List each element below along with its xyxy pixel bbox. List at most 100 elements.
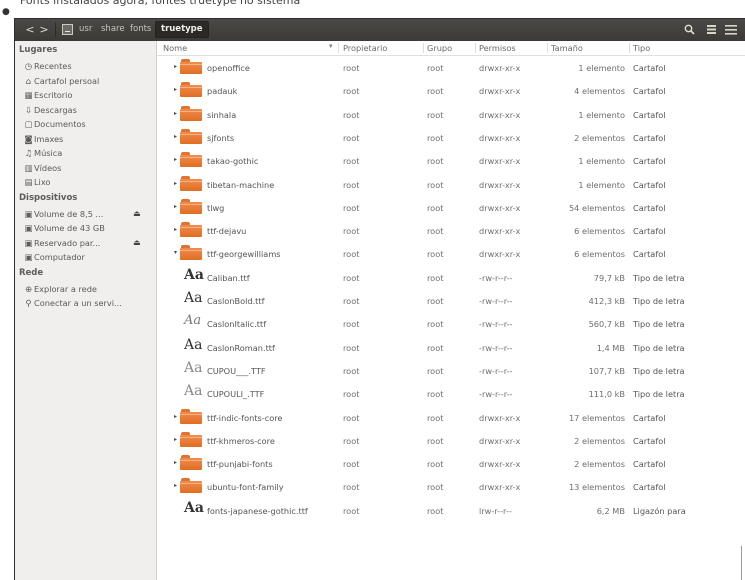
sidebar-item[interactable]: ▣Volume de 8,5 ... ⏏ (23, 207, 155, 221)
drive-icon[interactable] (62, 24, 73, 35)
expander-arrow-icon[interactable]: ▸ (174, 133, 177, 140)
breadcrumb-share[interactable]: share (101, 22, 125, 37)
table-row[interactable]: ▾ ttf-georgewilliams root root drwxr-xr-x 6 e… (157, 241, 745, 263)
breadcrumb-usr[interactable]: usr (79, 22, 92, 37)
column-type[interactable]: Tipo (633, 42, 650, 54)
sidebar-item[interactable]: ♫ Música (23, 146, 155, 160)
breadcrumb-truetype[interactable]: truetype (155, 21, 209, 38)
expander-arrow-icon[interactable]: ▸ (174, 413, 177, 420)
table-row[interactable]: ▸ sjfonts root root drwxr-xr-x 2 elementos Car… (157, 125, 745, 147)
file-owner: root (343, 482, 360, 493)
file-manager-window: < > usr share fonts truetype Lugares ◷ Rec… (14, 18, 745, 580)
file-owner: root (343, 505, 360, 516)
column-name[interactable]: Nome (163, 42, 187, 54)
sidebar-item[interactable]: ▣Computador (23, 250, 155, 264)
folder-icon (180, 245, 202, 261)
menu-icon[interactable] (723, 19, 739, 41)
table-row[interactable]: Aa CaslonBold.ttf root root -rw-r--r-- 412,3 … (157, 288, 745, 310)
file-name: ttf-khmeros-core (207, 435, 275, 446)
table-row[interactable]: ▸ openoffice root root drwxr-xr-x 1 elemento C… (157, 55, 745, 77)
breadcrumb-fonts[interactable]: fonts (130, 22, 151, 37)
sidebar-item[interactable]: ◙Imaxes (23, 132, 155, 146)
eject-icon[interactable]: ⏏ (133, 207, 141, 221)
column-permissions[interactable]: Permisos (479, 42, 516, 54)
view-grid-icon[interactable] (705, 19, 717, 41)
file-type: Cartafol (633, 202, 666, 213)
eject-icon[interactable]: ⏏ (133, 236, 141, 250)
back-button[interactable]: < (23, 19, 37, 41)
file-group: root (427, 505, 444, 516)
forward-button[interactable]: > (37, 19, 51, 41)
expander-arrow-icon[interactable]: ▸ (174, 63, 177, 70)
drive-icon: ▣ (24, 209, 33, 220)
file-group: root (427, 435, 444, 446)
file-name: sjfonts (207, 132, 235, 143)
file-size: 111,0 kB (588, 389, 625, 400)
table-row[interactable]: Aa Caliban.ttf root root -rw-r--r-- 79,7 kB Ti… (157, 265, 745, 287)
file-name: fonts-japanese-gothic.ttf (207, 505, 308, 516)
table-row[interactable]: ▸ ubuntu-font-family root root drwxr-xr-x 13 … (157, 474, 745, 496)
sidebar-item[interactable]: ◷ Recentes (23, 59, 155, 73)
sidebar-item[interactable]: ⇩ Descargas (23, 103, 155, 117)
sidebar-item[interactable]: ▥Vídeos (23, 161, 155, 175)
table-row[interactable]: ▸ sinhala root root drwxr-xr-x 1 elemento Cart… (157, 102, 745, 124)
column-size[interactable]: Tamaño (551, 42, 583, 54)
table-row[interactable]: ▸ tlwg root root drwxr-xr-x 54 elementos Carta… (157, 195, 745, 217)
sidebar-item[interactable]: ⚲ Conectar a un servi... (23, 296, 155, 310)
sidebar-item[interactable]: ▣Reservado par... ⏏ (23, 236, 155, 250)
table-row[interactable]: Aa CUPOU___.TTF root root -rw-r--r-- 107,7 kB… (157, 358, 745, 380)
file-permissions: -rw-r--r-- (479, 296, 513, 306)
sidebar-item[interactable]: ▤Lixo (23, 175, 155, 189)
expander-arrow-icon[interactable]: ▸ (174, 110, 177, 117)
search-icon[interactable] (680, 19, 698, 41)
expander-arrow-icon[interactable]: ▸ (174, 482, 177, 489)
table-row[interactable]: Aa CaslonRoman.ttf root root -rw-r--r-- 1,4 M… (157, 335, 745, 357)
sidebar: Lugares ◷ Recentes ⌂ Cartafol persoal ▦Escrit… (15, 41, 157, 580)
sidebar-item[interactable]: ▢Documentos (23, 117, 155, 131)
file-group: root (427, 389, 444, 400)
file-owner: root (343, 86, 360, 97)
file-permissions: drwxr-xr-x (479, 249, 521, 260)
column-group[interactable]: Grupo (427, 42, 452, 54)
expander-arrow-icon[interactable]: ▸ (174, 203, 177, 210)
column-owner[interactable]: Propietario (343, 42, 387, 54)
sidebar-item-label: Explorar a rede (34, 283, 97, 294)
table-row[interactable]: ▸ takao-gothic root root drwxr-xr-x 1 element… (157, 148, 745, 170)
sidebar-item-label: Lixo (34, 177, 51, 187)
sidebar-item[interactable]: ⊕ Explorar a rede (23, 282, 155, 296)
sidebar-item[interactable]: ⌂ Cartafol persoal (23, 74, 155, 88)
expander-arrow-icon[interactable]: ▸ (174, 436, 177, 443)
table-row[interactable]: ▸ ttf-khmeros-core root root drwxr-xr-x 2 ele… (157, 428, 745, 450)
table-row[interactable]: ▸ ttf-indic-fonts-core root root drwxr-xr-x 1… (157, 405, 745, 427)
expander-arrow-icon[interactable]: ▸ (174, 156, 177, 163)
table-row[interactable]: Aa fonts-japanese-gothic.ttf root root lrw-r… (157, 498, 745, 520)
file-permissions: drwxr-xr-x (479, 435, 521, 446)
table-row[interactable]: Aa CaslonItalic.ttf root root -rw-r--r-- 560,… (157, 311, 745, 333)
file-size: 560,7 kB (588, 319, 625, 330)
file-permissions: drwxr-xr-x (479, 459, 521, 470)
folder-icon (180, 222, 202, 238)
home-icon: ⌂ (25, 76, 32, 87)
file-size: 1 elemento (578, 156, 625, 167)
expander-arrow-icon[interactable]: ▸ (174, 86, 177, 93)
sidebar-section-title: Lugares (19, 45, 58, 55)
table-row[interactable]: ▸ padauk root root drwxr-xr-x 4 elementos Cart… (157, 78, 745, 100)
sidebar-item[interactable]: ▦Escritorio (23, 88, 155, 102)
expander-arrow-icon[interactable]: ▾ (174, 249, 177, 256)
sidebar-item[interactable]: ▣Volume de 43 GB (23, 221, 155, 235)
table-row[interactable]: ▸ ttf-punjabi-fonts root root drwxr-xr-x 2 el… (157, 451, 745, 473)
file-permissions: -rw-r--r-- (479, 365, 513, 376)
expander-arrow-icon[interactable]: ▸ (174, 226, 177, 233)
font-file-icon: Aa (184, 266, 204, 283)
table-row[interactable]: Aa CUPOULI_.TTF root root -rw-r--r-- 111,0 kB… (157, 381, 745, 403)
video-icon: ▥ (24, 163, 33, 174)
sidebar-item-label: Cartafol persoal (34, 75, 100, 86)
expander-arrow-icon[interactable]: ▸ (174, 459, 177, 466)
table-row[interactable]: ▸ tibetan-machine root root drwxr-xr-x 1 elem… (157, 172, 745, 194)
expander-arrow-icon[interactable]: ▸ (174, 180, 177, 187)
file-group: root (427, 365, 444, 376)
file-type: Tipo de letra (633, 319, 685, 330)
table-row[interactable]: ▸ ttf-dejavu root root drwxr-xr-x 6 elementos… (157, 218, 745, 240)
file-owner: root (343, 202, 360, 213)
file-list: Nome ▾ Propietario Grupo Permisos Tamaño… (157, 41, 745, 580)
